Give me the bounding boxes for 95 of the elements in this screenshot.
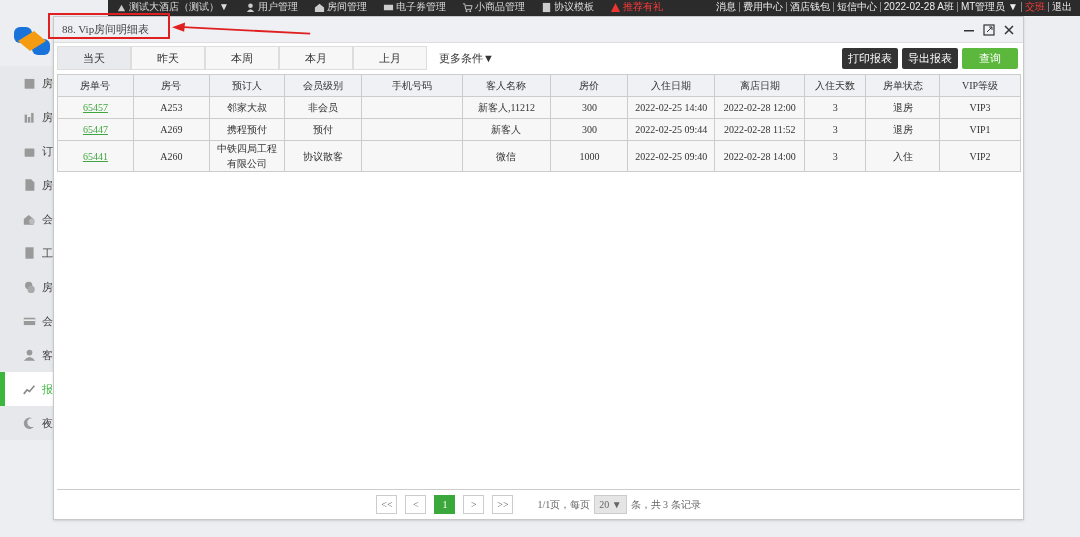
table-cell: VIP3 bbox=[969, 102, 991, 113]
table-cell: 3 bbox=[832, 102, 838, 113]
top-link[interactable]: 退出 bbox=[1052, 1, 1072, 13]
table-cell: 1000 bbox=[579, 150, 600, 162]
table-cell: 退房 bbox=[892, 102, 913, 113]
column-header: 房单号 bbox=[57, 74, 134, 97]
table-cell: 退房 bbox=[892, 124, 913, 135]
table-cell: 3 bbox=[832, 124, 838, 135]
warning-icon bbox=[609, 1, 621, 13]
table-cell: VIP2 bbox=[969, 150, 991, 162]
table-cell: 中铁四局工程有限公司 bbox=[216, 143, 277, 169]
top-link[interactable]: 短信中心 bbox=[836, 1, 877, 13]
table-cell: 新客人 bbox=[491, 124, 522, 135]
table-cell: 2022-02-28 14:00 bbox=[723, 150, 796, 162]
column-header: 预订人 bbox=[209, 74, 285, 97]
table-cell: 入住 bbox=[892, 150, 913, 162]
sidebar-item[interactable]: 会 bbox=[0, 304, 53, 338]
cart-icon bbox=[461, 1, 473, 13]
table-cell: 2022-02-25 09:44 bbox=[635, 124, 708, 135]
maximize-icon[interactable] bbox=[983, 23, 995, 36]
sidebar-item[interactable]: 客 bbox=[0, 338, 53, 372]
top-menu-item[interactable]: 小商品管理 bbox=[474, 1, 525, 13]
file-icon bbox=[23, 177, 36, 193]
sidebar-item[interactable]: 房 bbox=[0, 270, 53, 304]
column-header: 入住日期 bbox=[627, 74, 715, 97]
top-menu-item[interactable]: 协议模板 bbox=[553, 1, 594, 13]
table-cell: 微信 bbox=[496, 150, 517, 162]
table-cell: A269 bbox=[160, 124, 183, 135]
top-menu-item[interactable]: 推荐有礼 bbox=[622, 1, 663, 13]
first-page-button[interactable]: << bbox=[376, 495, 398, 514]
filter-tab[interactable]: 上月 bbox=[353, 46, 427, 70]
filter-tab[interactable]: 本月 bbox=[279, 46, 353, 70]
book-icon bbox=[23, 245, 36, 261]
table-cell: A253 bbox=[160, 102, 183, 113]
table-cell: 2022-02-25 14:40 bbox=[635, 102, 708, 113]
report-button[interactable]: 打印报表 bbox=[842, 47, 898, 69]
top-link[interactable]: 费用中心 bbox=[742, 1, 783, 13]
top-menu-item[interactable]: 电子券管理 bbox=[395, 1, 446, 13]
top-link[interactable]: 2022-02-28 A班 bbox=[883, 1, 954, 13]
last-page-button[interactable]: >> bbox=[492, 495, 514, 514]
logo-icon bbox=[14, 27, 50, 55]
column-header: 客人名称 bbox=[462, 74, 551, 97]
table-cell: 预付 bbox=[312, 124, 333, 135]
sidebar-item[interactable]: 房 bbox=[0, 66, 53, 100]
top-menu-item[interactable]: 房间管理 bbox=[326, 1, 367, 13]
sidebar-item[interactable]: 工 bbox=[0, 236, 53, 270]
filter-tab[interactable]: 本周 bbox=[205, 46, 279, 70]
column-header: 离店日期 bbox=[714, 74, 805, 97]
sidebar-item[interactable]: 订 bbox=[0, 134, 53, 168]
more-filters-dropdown[interactable]: 更多条件▼ bbox=[439, 49, 494, 67]
table-cell: 非会员 bbox=[307, 102, 338, 113]
top-menu-item[interactable]: 用户管理 bbox=[257, 1, 298, 13]
top-link[interactable]: MT管理员 ▼ bbox=[960, 1, 1018, 13]
top-menu-item[interactable]: 测试大酒店（测试）▼ bbox=[129, 1, 229, 13]
filter-tab[interactable]: 当天 bbox=[57, 46, 131, 70]
sidebar-item[interactable]: 夜 bbox=[0, 406, 53, 440]
table-cell: 2022-02-28 12:00 bbox=[723, 102, 796, 113]
table-cell: A260 bbox=[160, 150, 183, 162]
table-cell: 2022-02-28 11:52 bbox=[723, 124, 796, 135]
filter-tab[interactable]: 昨天 bbox=[131, 46, 205, 70]
table-cell: 新客人,11212 bbox=[477, 102, 536, 113]
column-header: 房价 bbox=[550, 74, 628, 97]
column-header: 手机号码 bbox=[361, 74, 462, 97]
top-link[interactable]: 酒店钱包 bbox=[789, 1, 830, 13]
table-cell: 邻家大叔 bbox=[226, 102, 267, 113]
sidebar-item[interactable]: 房 bbox=[0, 168, 53, 202]
close-icon[interactable] bbox=[1003, 23, 1015, 36]
sidebar-item[interactable]: 房 bbox=[0, 100, 53, 134]
column-header: 房号 bbox=[133, 74, 210, 97]
page-size-select[interactable]: 20 ▼ bbox=[594, 495, 627, 514]
table-cell: 3 bbox=[832, 150, 838, 162]
dialog-title: 88. Vip房间明细表 bbox=[62, 22, 150, 38]
record-count: 条，共 3 条记录 bbox=[630, 498, 701, 512]
report-button[interactable]: 导出报表 bbox=[902, 47, 958, 69]
person-icon bbox=[23, 347, 36, 363]
table-cell: 300 bbox=[581, 124, 597, 135]
table-cell: 2022-02-25 09:40 bbox=[635, 150, 708, 162]
column-header: 会员级别 bbox=[284, 74, 362, 97]
table-cell: 300 bbox=[581, 102, 597, 113]
top-link[interactable]: 消息 bbox=[715, 1, 736, 13]
column-header: 入住天数 bbox=[804, 74, 866, 97]
table-cell: 携程预付 bbox=[226, 124, 267, 135]
column-header: VIP等级 bbox=[939, 74, 1021, 97]
table-cell: VIP1 bbox=[969, 124, 991, 135]
top-link[interactable]: 交班 bbox=[1025, 1, 1045, 13]
sidebar-item[interactable]: 会 bbox=[0, 202, 53, 236]
table-cell: 协议散客 bbox=[302, 150, 343, 162]
page-info: 1/1页，每页 bbox=[537, 498, 591, 512]
user-icon bbox=[244, 1, 256, 13]
column-header: 房单状态 bbox=[865, 74, 940, 97]
document-icon bbox=[540, 1, 552, 13]
coins-icon bbox=[23, 279, 36, 295]
next-page-button[interactable]: > bbox=[463, 495, 485, 514]
previous-page-button[interactable]: < bbox=[405, 495, 427, 514]
moon-icon bbox=[23, 415, 36, 431]
